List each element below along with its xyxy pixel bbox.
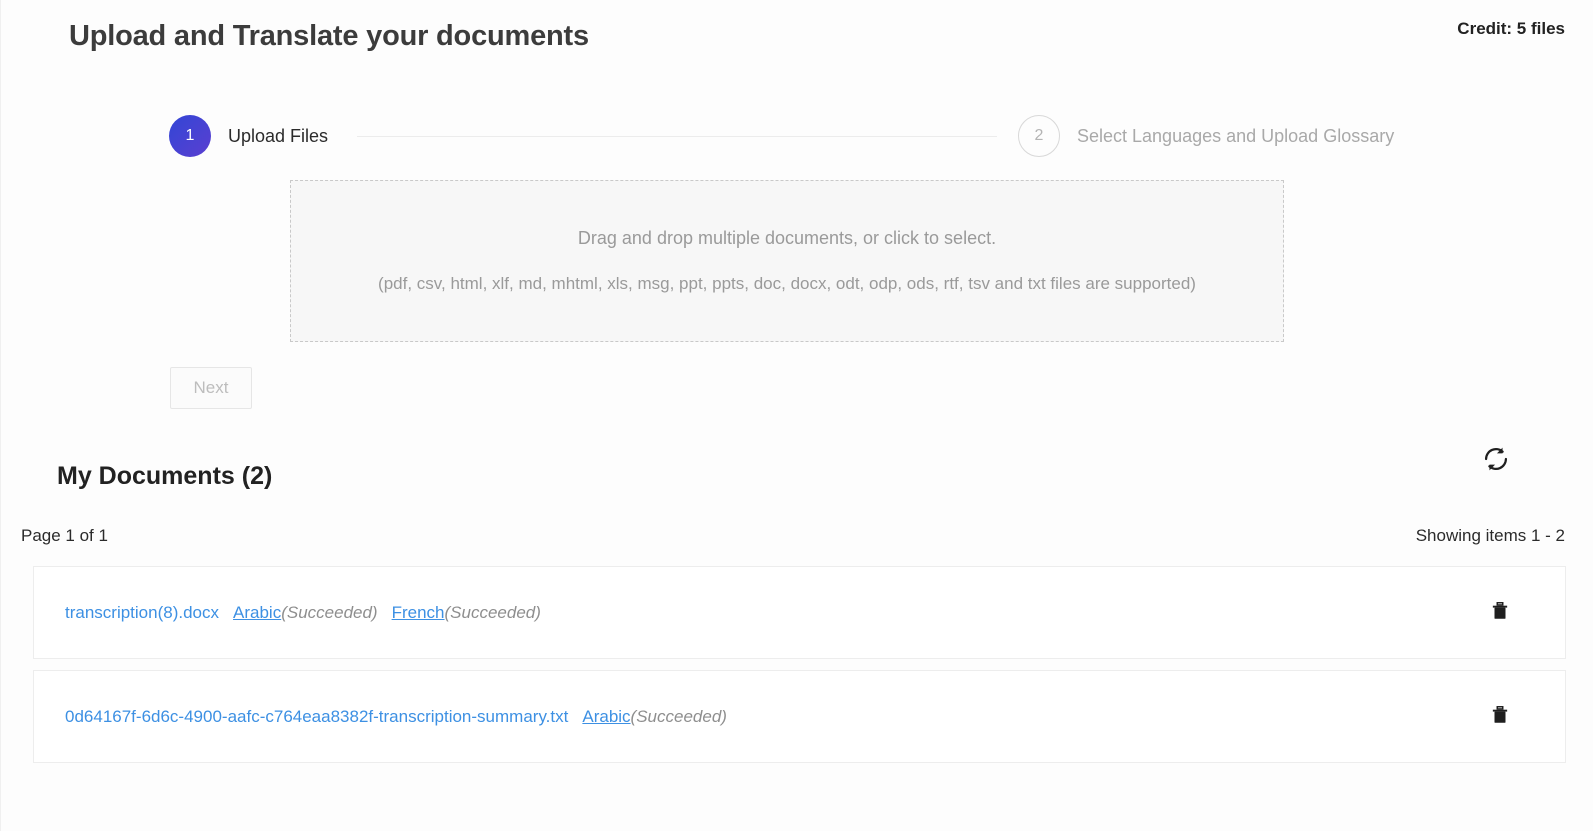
delete-document-button[interactable]	[1482, 594, 1518, 630]
refresh-icon	[1482, 445, 1510, 476]
documents-section-title: My Documents (2)	[57, 462, 273, 490]
step-1-number-badge: 1	[169, 115, 211, 157]
document-name-link[interactable]: transcription(8).docx	[65, 603, 219, 623]
language-entry: Arabic(Succeeded)	[582, 707, 727, 727]
page-title: Upload and Translate your documents	[69, 20, 589, 52]
stepper-connector-line	[357, 136, 997, 137]
dropzone-primary-text: Drag and drop multiple documents, or cli…	[577, 228, 997, 248]
language-entry: French(Succeeded)	[392, 603, 541, 623]
document-entry: transcription(8).docx Arabic(Succeeded) …	[65, 603, 541, 623]
language-status: (Succeeded)	[630, 706, 727, 726]
page-indicator: Page 1 of 1	[21, 526, 108, 545]
language-entry: Arabic(Succeeded)	[233, 603, 378, 623]
next-button[interactable]: Next	[170, 367, 252, 409]
trash-icon	[1489, 600, 1511, 625]
step-upload-files[interactable]: 1 Upload Files	[169, 114, 328, 158]
language-link[interactable]: French	[392, 603, 445, 622]
upload-translate-page: Upload and Translate your documents Cred…	[0, 0, 1593, 831]
credit-label: Credit: 5 files	[1457, 19, 1565, 38]
delete-document-button[interactable]	[1482, 698, 1518, 734]
document-entry: 0d64167f-6d6c-4900-aafc-c764eaa8382f-tra…	[65, 707, 727, 727]
step-select-languages[interactable]: 2 Select Languages and Upload Glossary	[1018, 114, 1394, 158]
table-row: transcription(8).docx Arabic(Succeeded) …	[33, 566, 1566, 659]
step-2-label: Select Languages and Upload Glossary	[1077, 125, 1395, 146]
step-1-label: Upload Files	[228, 125, 329, 146]
language-link[interactable]: Arabic	[233, 603, 281, 622]
stepper: 1 Upload Files 2 Select Languages and Up…	[169, 114, 1405, 158]
language-status: (Succeeded)	[281, 602, 378, 622]
showing-items-indicator: Showing items 1 - 2	[1415, 526, 1565, 545]
dropzone-supported-formats-text: (pdf, csv, html, xlf, md, mhtml, xls, ms…	[378, 274, 1196, 293]
language-link[interactable]: Arabic	[582, 707, 630, 726]
table-row: 0d64167f-6d6c-4900-aafc-c764eaa8382f-tra…	[33, 670, 1566, 763]
document-name-link[interactable]: 0d64167f-6d6c-4900-aafc-c764eaa8382f-tra…	[65, 707, 568, 727]
refresh-button[interactable]	[1479, 443, 1513, 477]
language-status: (Succeeded)	[444, 602, 541, 622]
file-dropzone[interactable]: Drag and drop multiple documents, or cli…	[290, 180, 1284, 342]
trash-icon	[1489, 704, 1511, 729]
step-2-number-badge: 2	[1018, 115, 1060, 157]
documents-list: transcription(8).docx Arabic(Succeeded) …	[33, 566, 1566, 774]
